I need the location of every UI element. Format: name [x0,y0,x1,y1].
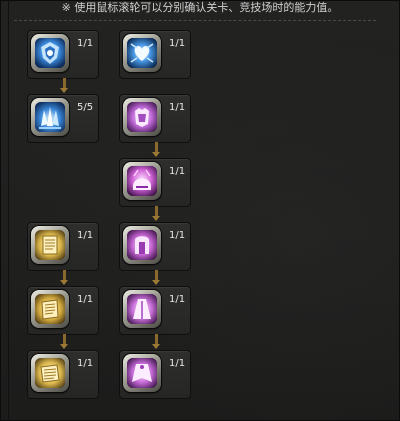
skill-link-arrow [152,270,161,285]
skill-link-arrow [60,270,69,285]
gold-scroll-icon [35,294,65,324]
gold-scroll-icon [35,358,65,388]
skill-slot-gold-scroll-3[interactable]: 1/1 [27,350,99,399]
pink-armor-icon [127,102,157,132]
blue-heart-icon [127,38,157,68]
skill-slot-pink-robe[interactable]: 1/1 [119,286,191,335]
skill-frame [31,290,69,328]
skill-link-arrow [152,142,161,157]
skill-frame [123,162,161,200]
gold-scroll-icon [35,230,65,260]
skill-frame [31,34,69,72]
skill-frame [123,98,161,136]
skill-level: 1/1 [169,230,186,241]
skill-frame [31,354,69,392]
pink-gate-icon [127,230,157,260]
blue-crystal-icon [35,102,65,132]
skill-level: 1/1 [77,358,94,369]
skill-slot-pink-gate[interactable]: 1/1 [119,222,191,271]
skill-slot-blue-heart[interactable]: 1/1 [119,30,191,79]
skill-slot-blue-crystal[interactable]: 5/5 [27,94,99,143]
skill-link-arrow [152,206,161,221]
skill-level: 1/1 [77,230,94,241]
skill-slot-gold-scroll-1[interactable]: 1/1 [27,222,99,271]
skill-slot-pink-helm[interactable]: 1/1 [119,158,191,207]
blue-crest-icon [35,38,65,68]
skill-link-arrow [152,334,161,349]
skill-frame [123,290,161,328]
skill-level: 1/1 [77,38,94,49]
window-edge [8,0,9,421]
skill-slot-pink-cape[interactable]: 1/1 [119,350,191,399]
divider [14,20,376,21]
skill-frame [123,34,161,72]
skill-slot-gold-scroll-2[interactable]: 1/1 [27,286,99,335]
skill-level: 1/1 [169,358,186,369]
skill-level: 1/1 [77,294,94,305]
skill-frame [123,226,161,264]
skill-frame [31,98,69,136]
skill-slot-pink-armor[interactable]: 1/1 [119,94,191,143]
skill-level: 1/1 [169,294,186,305]
skill-frame [31,226,69,264]
skill-frame [123,354,161,392]
pink-robe-icon [127,294,157,324]
skill-slot-blue-crest[interactable]: 1/1 [27,30,99,79]
pink-helm-icon [127,166,157,196]
skill-link-arrow [60,78,69,93]
pink-cape-icon [127,358,157,388]
scroll-tip-text: ※ 使用鼠标滚轮可以分别确认关卡、竞技场时的能力值。 [61,1,339,14]
skill-level: 1/1 [169,38,186,49]
skill-level: 1/1 [169,166,186,177]
skill-link-arrow [60,334,69,349]
skill-level: 1/1 [169,102,186,113]
skill-level: 5/5 [77,102,94,113]
